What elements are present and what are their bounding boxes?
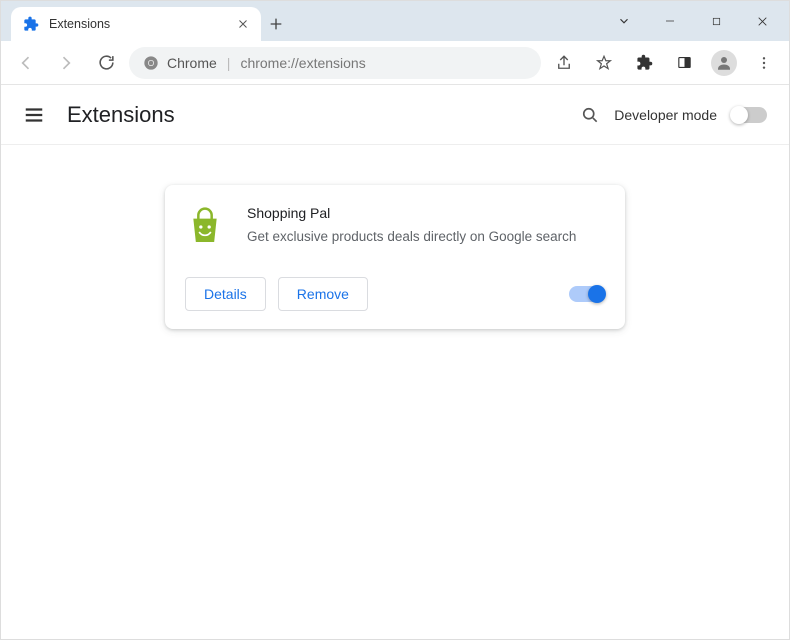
hamburger-icon[interactable] [23, 104, 45, 126]
close-window-button[interactable] [739, 5, 785, 37]
tab-title: Extensions [49, 17, 227, 31]
developer-mode-label: Developer mode [614, 107, 717, 123]
profile-avatar[interactable] [707, 46, 741, 80]
forward-button[interactable] [49, 46, 83, 80]
extension-name: Shopping Pal [247, 205, 576, 221]
search-icon[interactable] [580, 105, 600, 125]
window-controls [601, 1, 789, 41]
toolbar: Chrome | chrome://extensions [1, 41, 789, 85]
minimize-button[interactable] [647, 5, 693, 37]
details-button[interactable]: Details [185, 277, 266, 311]
menu-icon[interactable] [747, 46, 781, 80]
developer-mode-toggle[interactable] [731, 107, 767, 123]
new-tab-button[interactable] [261, 7, 291, 41]
omnibox-chip-label: Chrome [167, 55, 217, 71]
reload-button[interactable] [89, 46, 123, 80]
puzzle-icon [23, 16, 39, 32]
bookmark-icon[interactable] [587, 46, 621, 80]
titlebar: Extensions [1, 1, 789, 41]
share-icon[interactable] [547, 46, 581, 80]
browser-tab[interactable]: Extensions [11, 7, 261, 41]
omnibox-url: chrome://extensions [240, 55, 365, 71]
back-button[interactable] [9, 46, 43, 80]
chrome-icon [143, 55, 159, 71]
remove-button[interactable]: Remove [278, 277, 368, 311]
content-area: Shopping Pal Get exclusive products deal… [1, 145, 789, 639]
sidepanel-icon[interactable] [667, 46, 701, 80]
page-header: Extensions Developer mode [1, 85, 789, 145]
extension-description: Get exclusive products deals directly on… [247, 227, 576, 247]
close-tab-icon[interactable] [237, 18, 249, 30]
tab-search-icon[interactable] [601, 5, 647, 37]
maximize-button[interactable] [693, 5, 739, 37]
address-bar[interactable]: Chrome | chrome://extensions [129, 47, 541, 79]
extensions-icon[interactable] [627, 46, 661, 80]
shopping-bag-icon [185, 207, 225, 247]
page-title: Extensions [67, 102, 558, 128]
extension-enable-toggle[interactable] [569, 286, 605, 302]
extension-card: Shopping Pal Get exclusive products deal… [165, 185, 625, 329]
